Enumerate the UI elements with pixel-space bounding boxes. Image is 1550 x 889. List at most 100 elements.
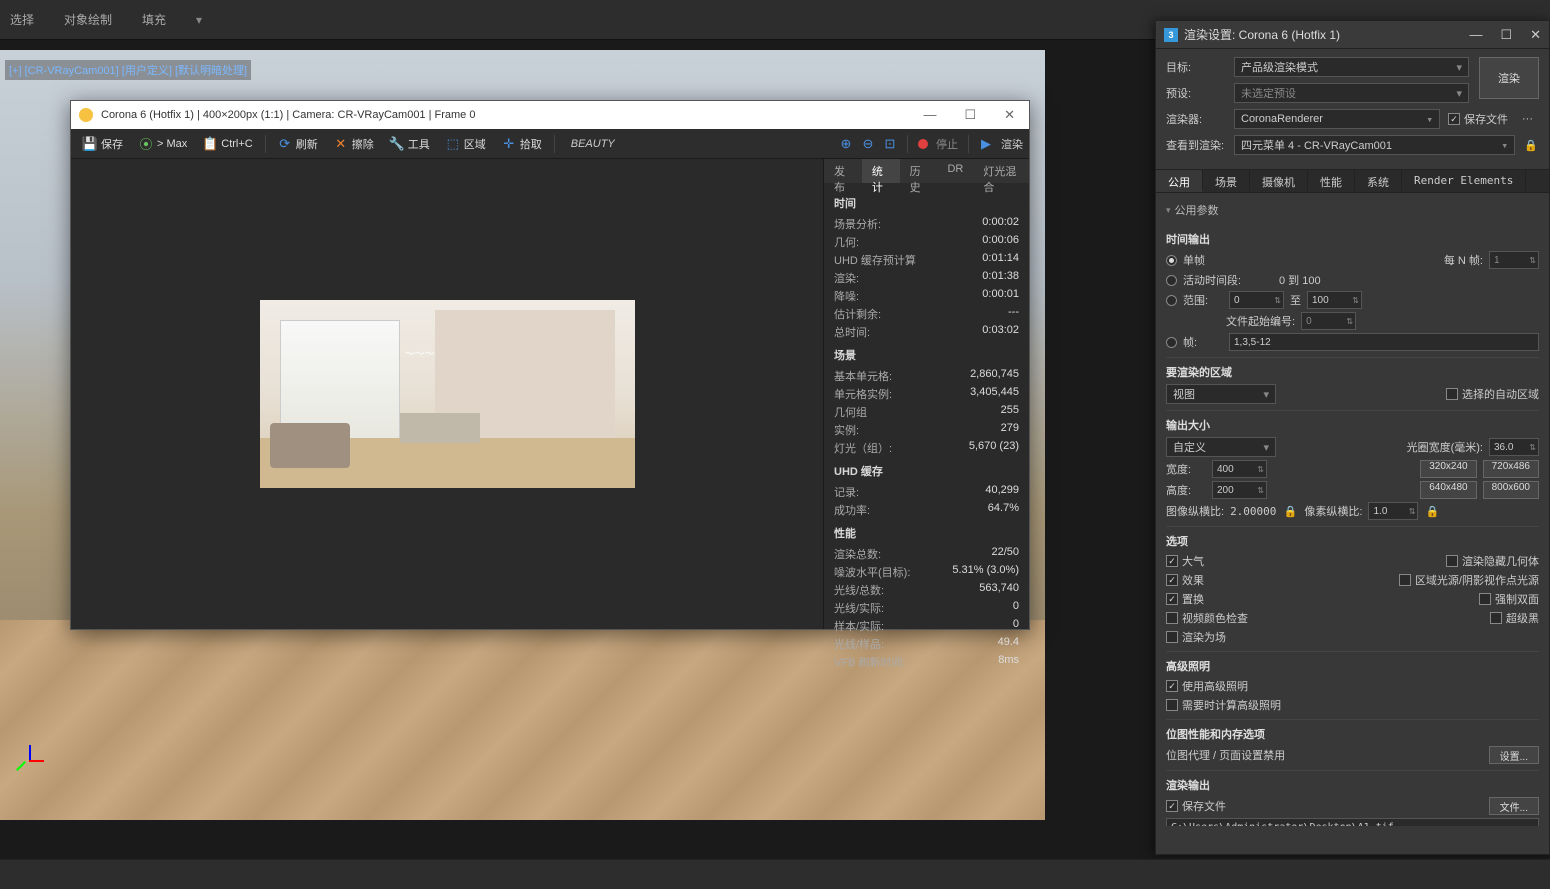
copy-button[interactable]: 📋Ctrl+C [197, 134, 258, 154]
frames-input[interactable] [1229, 333, 1539, 351]
effects-checkbox[interactable]: 效果 [1166, 572, 1204, 588]
stat-key: 成功率: [834, 502, 870, 518]
stat-value: 0:00:06 [982, 234, 1019, 250]
every-n-spinner[interactable]: 1 [1489, 251, 1539, 269]
pix-aspect-lock-icon[interactable]: 🔒 [1424, 503, 1440, 519]
range-from-spinner[interactable]: 0 [1229, 291, 1284, 309]
view-to-render-select[interactable]: 四元菜单 4 - CR-VRayCam001 [1234, 135, 1515, 155]
vfb-titlebar[interactable]: Corona 6 (Hotfix 1) | 400×200px (1:1) | … [71, 101, 1029, 129]
render-hidden-checkbox[interactable]: 渲染隐藏几何体 [1446, 553, 1539, 569]
bitmap-setup-button[interactable]: 设置... [1489, 746, 1539, 764]
menu-obj-draw[interactable]: 对象绘制 [64, 11, 112, 28]
preset-select[interactable]: 未选定预设 [1234, 83, 1469, 103]
tab-stats[interactable]: 统计 [862, 159, 900, 183]
renderer-select[interactable]: CoronaRenderer [1234, 109, 1440, 129]
rs-minimize-button[interactable]: — [1469, 27, 1482, 43]
stat-key: 渲染: [834, 270, 859, 286]
rollout-common-params[interactable]: 公用参数 [1166, 199, 1539, 221]
stat-key: VFB 刷新时间: [834, 654, 906, 670]
adv-lighting-header: 高级照明 [1166, 651, 1539, 674]
two-sided-checkbox[interactable]: 强制双面 [1479, 591, 1539, 607]
rs-close-button[interactable]: ✕ [1530, 27, 1541, 43]
target-label: 目标: [1166, 59, 1226, 75]
save-file-output-checkbox[interactable]: 保存文件 [1166, 798, 1226, 814]
output-path-field[interactable]: C:\Users\Administrator\Desktop\A1.tif [1166, 818, 1539, 826]
use-adv-lighting-checkbox[interactable]: 使用高级照明 [1166, 678, 1248, 694]
height-spinner[interactable]: 200 [1212, 481, 1267, 499]
rs-maximize-button[interactable]: ☐ [1500, 27, 1512, 43]
stat-key: 场景分析: [834, 216, 881, 232]
radio-single-frame[interactable] [1166, 255, 1177, 266]
viewport-caption[interactable]: [+] [CR-VRayCam001] [用户定义] [默认明暗处理] [5, 60, 251, 80]
vfb-minimize-button[interactable]: — [917, 107, 942, 123]
width-spinner[interactable]: 400 [1212, 460, 1267, 478]
radio-frames[interactable] [1166, 337, 1177, 348]
more-options-button[interactable]: ··· [1516, 113, 1539, 125]
aspect-lock-icon[interactable]: 🔒 [1282, 503, 1298, 519]
pick-button[interactable]: ✛拾取 [496, 133, 548, 155]
tab-dr[interactable]: DR [937, 159, 973, 183]
file-button[interactable]: 文件... [1489, 797, 1539, 815]
radio-active-time[interactable] [1166, 275, 1177, 286]
save-button[interactable]: 💾保存 [77, 133, 129, 155]
render-button[interactable]: 渲染 [1001, 136, 1023, 152]
preset-320x240-button[interactable]: 320x240 [1420, 460, 1476, 478]
refresh-button[interactable]: ⟳刷新 [272, 133, 324, 155]
stat-section-header: 场景 [834, 347, 1019, 363]
tools-button[interactable]: 🔧工具 [384, 133, 436, 155]
preset-720x486-button[interactable]: 720x486 [1483, 460, 1539, 478]
range-to-spinner[interactable]: 100 [1307, 291, 1362, 309]
menu-dropdown-icon[interactable]: ▾ [196, 13, 202, 27]
tab-system[interactable]: 系统 [1355, 170, 1402, 192]
zoom-in-icon[interactable]: ⊕ [839, 137, 853, 151]
output-mode-select[interactable]: 自定义 [1166, 437, 1276, 457]
atmosphere-checkbox[interactable]: 大气 [1166, 553, 1204, 569]
tab-history[interactable]: 历史 [900, 159, 938, 183]
stop-button[interactable]: 停止 [936, 136, 958, 152]
render-main-button[interactable]: 渲染 [1479, 57, 1539, 99]
auto-region-checkbox[interactable]: 选择的自动区域 [1446, 386, 1539, 402]
pix-aspect-spinner[interactable]: 1.0 [1368, 502, 1418, 520]
vfb-maximize-button[interactable]: ☐ [958, 107, 982, 123]
area-lights-checkbox[interactable]: 区域光源/阴影视作点光源 [1399, 572, 1539, 588]
stat-key: 灯光（组）: [834, 440, 892, 456]
tab-common[interactable]: 公用 [1156, 170, 1203, 192]
aperture-spinner[interactable]: 36.0 [1489, 438, 1539, 456]
render-field-checkbox[interactable]: 渲染为场 [1166, 629, 1226, 645]
tab-render-elements[interactable]: Render Elements [1402, 170, 1526, 192]
super-black-checkbox[interactable]: 超级黑 [1490, 610, 1539, 626]
area-mode-select[interactable]: 视图 [1166, 384, 1276, 404]
tab-publish[interactable]: 发布 [824, 159, 862, 183]
vfb-close-button[interactable]: ✕ [998, 107, 1021, 123]
vfb-preview-area[interactable] [71, 159, 823, 629]
preset-800x600-button[interactable]: 800x600 [1483, 481, 1539, 499]
radio-range[interactable] [1166, 295, 1177, 306]
menu-fill[interactable]: 填充 [142, 11, 166, 28]
tab-perf[interactable]: 性能 [1308, 170, 1355, 192]
file-start-spinner[interactable]: 0 [1301, 312, 1356, 330]
lock-icon[interactable]: 🔒 [1523, 137, 1539, 153]
target-select[interactable]: 产品级渲染模式 [1234, 57, 1469, 77]
video-color-checkbox[interactable]: 视频颜色检查 [1166, 610, 1248, 626]
displacement-checkbox[interactable]: 置换 [1166, 591, 1204, 607]
tools-label: 工具 [408, 136, 430, 152]
tab-camera[interactable]: 摄像机 [1250, 170, 1308, 192]
save-file-checkbox[interactable]: 保存文件 [1448, 111, 1508, 127]
height-label: 高度: [1166, 482, 1206, 498]
tab-lightmix[interactable]: 灯光混合 [973, 159, 1029, 183]
channel-select[interactable]: BEAUTY [561, 138, 835, 150]
region-button[interactable]: ⬚区域 [440, 133, 492, 155]
compute-adv-lighting-checkbox[interactable]: 需要时计算高级照明 [1166, 697, 1281, 713]
stat-value: 0:03:02 [982, 324, 1019, 340]
rs-titlebar[interactable]: 3 渲染设置: Corona 6 (Hotfix 1) — ☐ ✕ [1156, 21, 1549, 49]
stat-row: 灯光（组）:5,670 (23) [834, 439, 1019, 457]
menu-select[interactable]: 选择 [10, 11, 34, 28]
play-icon[interactable]: ▶ [979, 137, 993, 151]
preset-640x480-button[interactable]: 640x480 [1420, 481, 1476, 499]
fit-icon[interactable]: ⊡ [883, 137, 897, 151]
active-time-label: 活动时间段: [1183, 272, 1273, 288]
clear-button[interactable]: ✕擦除 [328, 133, 380, 155]
tab-scene[interactable]: 场景 [1203, 170, 1250, 192]
zoom-out-icon[interactable]: ⊖ [861, 137, 875, 151]
to-max-button[interactable]: ⦿> Max [133, 134, 193, 154]
